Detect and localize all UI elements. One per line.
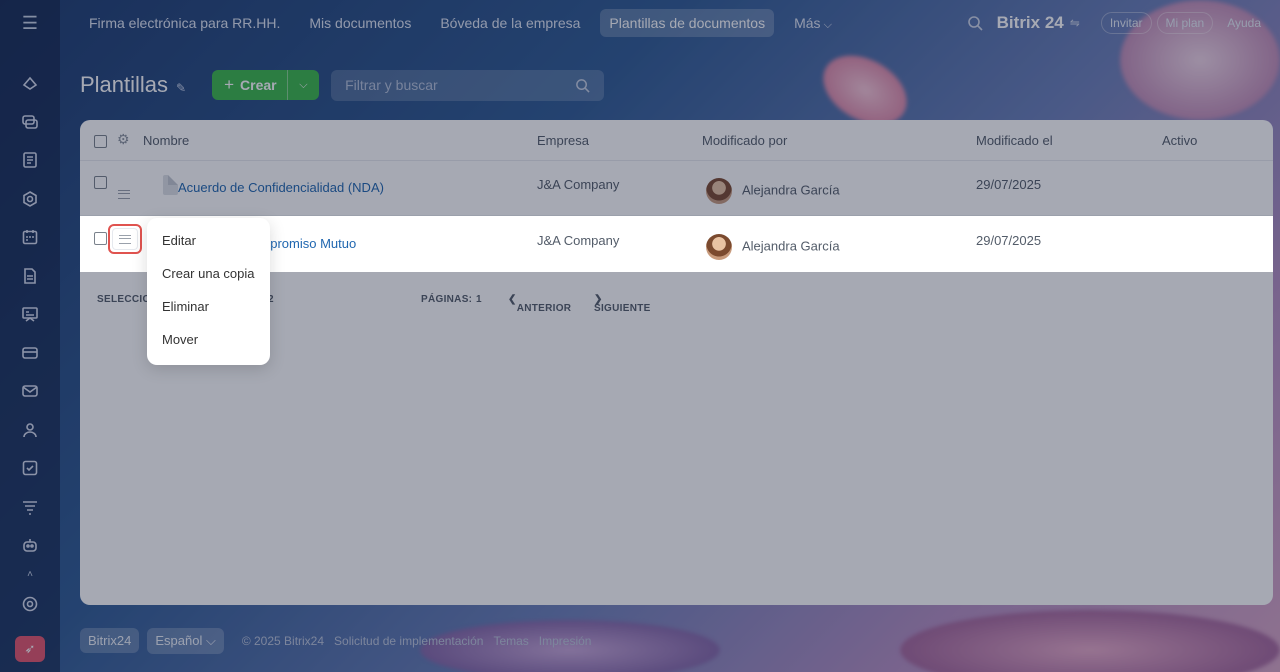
hub-icon[interactable] <box>0 180 60 219</box>
language-select[interactable]: Español ⌵ <box>147 627 224 654</box>
themes-link[interactable]: Temas <box>493 634 528 648</box>
prev-page-button[interactable]: ❮ ANTERIOR <box>508 294 571 314</box>
calendar-icon[interactable] <box>0 218 60 257</box>
chevron-down-icon[interactable]: ⌵ <box>288 79 319 92</box>
mail-icon[interactable] <box>0 372 60 411</box>
row-actions-icon[interactable] <box>118 190 130 199</box>
page-footer: Bitrix24 Español ⌵ © 2025 Bitrix24 Solic… <box>80 627 591 654</box>
tab-more[interactable]: Más <box>785 9 841 38</box>
rocket-icon[interactable]: ➶ <box>15 636 45 662</box>
avatar <box>706 234 732 260</box>
invite-button[interactable]: Invitar <box>1100 12 1152 34</box>
modified-on-cell: 29/07/2025 <box>976 177 1042 192</box>
tab-my-documents[interactable]: Mis documentos <box>300 9 420 37</box>
tab-hr-e-signature[interactable]: Firma electrónica para RR.HH. <box>80 9 289 37</box>
search-input[interactable]: Filtrar y buscar <box>331 69 605 101</box>
modified-on-cell: 29/07/2025 <box>976 233 1042 248</box>
row-checkbox[interactable] <box>94 232 107 245</box>
avatar <box>706 178 732 204</box>
implementation-link[interactable]: Solicitud de implementación <box>334 634 483 648</box>
board-icon[interactable] <box>0 295 60 334</box>
column-modified-by[interactable]: Modificado por <box>702 133 787 148</box>
column-active[interactable]: Activo <box>1162 133 1197 148</box>
feed-icon[interactable] <box>0 64 60 103</box>
robot-icon[interactable] <box>0 526 60 565</box>
documents-icon[interactable] <box>0 141 60 180</box>
file-icon[interactable] <box>0 257 60 296</box>
tune-icon[interactable]: ⇋ <box>1070 16 1080 30</box>
company-cell: J&A Company <box>537 177 620 192</box>
table-row[interactable]: Acuerdo de Confidencialidad (NDA) J&A Co… <box>80 161 1273 216</box>
page-header: Plantillas ✎ + Crear ⌵ Filtrar y buscar <box>80 68 605 102</box>
page-title: Plantillas <box>80 72 169 97</box>
footer-brand-button[interactable]: Bitrix24 <box>80 628 140 653</box>
top-navigation: Firma electrónica para RR.HH. Mis docume… <box>60 0 1280 46</box>
menu-icon[interactable]: ☰ <box>0 0 60 46</box>
gear-icon[interactable]: ⚙ <box>117 131 130 148</box>
menu-item-move[interactable]: Mover <box>147 329 270 362</box>
row-actions-icon <box>119 234 131 244</box>
grid-header: ⚙ Nombre Empresa Modificado por Modifica… <box>80 120 1273 161</box>
left-rail: ☰ ˄ ➶ <box>0 0 60 672</box>
column-name[interactable]: Nombre <box>143 133 189 148</box>
column-modified-on[interactable]: Modificado el <box>976 133 1053 148</box>
tasks-icon[interactable] <box>0 449 60 488</box>
column-company[interactable]: Empresa <box>537 133 589 148</box>
modified-by-cell[interactable]: Alejandra García <box>706 178 840 204</box>
help-button[interactable]: Ayuda <box>1218 12 1270 34</box>
plus-icon: + <box>224 75 235 94</box>
settings-icon[interactable] <box>0 585 60 624</box>
modified-by-cell[interactable]: Alejandra García <box>706 234 840 260</box>
next-page-button[interactable]: SIGUIENTE ❯ <box>594 294 650 314</box>
pin-icon[interactable]: ✎ <box>176 81 186 95</box>
row-checkbox[interactable] <box>94 176 107 189</box>
filter-icon[interactable] <box>0 488 60 527</box>
select-all-checkbox[interactable] <box>94 135 107 148</box>
copyright-text: © 2025 Bitrix24 <box>241 633 325 648</box>
row-actions-button[interactable] <box>108 224 142 254</box>
menu-item-delete[interactable]: Eliminar <box>147 296 270 329</box>
my-plan-button[interactable]: Mi plan <box>1156 12 1214 34</box>
tab-company-vault[interactable]: Bóveda de la empresa <box>431 9 589 37</box>
pages-label: PÁGINAS: <box>421 294 473 305</box>
page-number[interactable]: 1 <box>476 294 482 305</box>
card-icon[interactable] <box>0 334 60 373</box>
row-context-menu: Editar Crear una copia Eliminar Mover <box>147 218 270 365</box>
tab-document-templates[interactable]: Plantillas de documentos <box>600 9 775 37</box>
search-icon[interactable] <box>575 78 590 93</box>
chat-icon[interactable] <box>0 103 60 142</box>
contacts-icon[interactable] <box>0 411 60 450</box>
search-icon[interactable] <box>967 15 983 31</box>
menu-item-edit[interactable]: Editar <box>147 230 270 263</box>
selected-count-label: SELECCIC <box>97 294 150 305</box>
create-button[interactable]: + Crear ⌵ <box>212 70 320 100</box>
collapse-chevron-icon[interactable]: ˄ <box>0 565 60 585</box>
document-icon <box>162 175 178 195</box>
template-name-link[interactable]: npromiso Mutuo <box>263 236 356 251</box>
menu-item-copy[interactable]: Crear una copia <box>147 263 270 296</box>
company-cell: J&A Company <box>537 233 620 248</box>
template-name-link[interactable]: Acuerdo de Confidencialidad (NDA) <box>178 180 384 195</box>
print-link[interactable]: Impresión <box>539 634 592 648</box>
brand-logo: Bitrix 24 <box>996 13 1064 32</box>
